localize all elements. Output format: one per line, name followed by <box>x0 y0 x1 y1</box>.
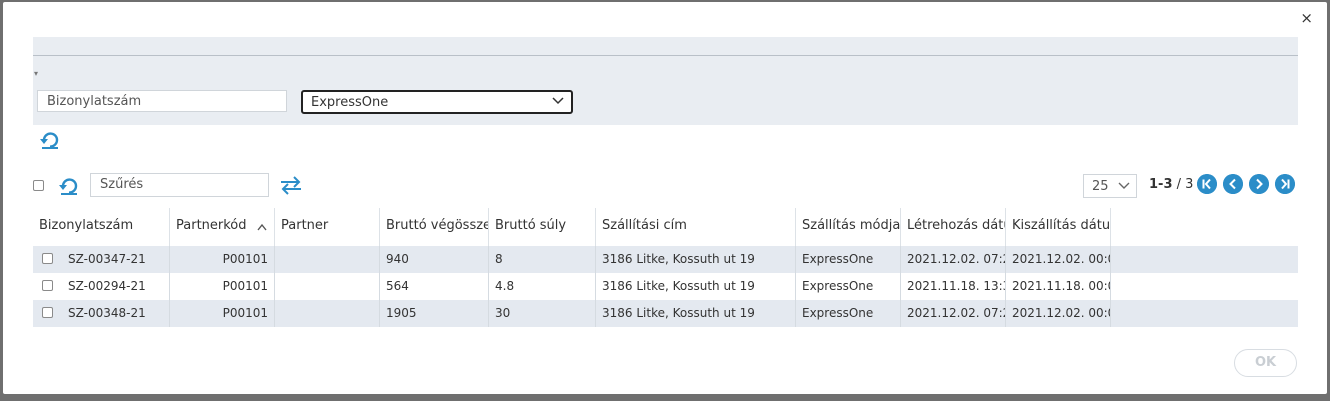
reload-icon[interactable] <box>58 174 80 196</box>
column-header-doc-number[interactable]: Bizonylatszám <box>33 208 170 246</box>
row-checkbox[interactable] <box>42 253 53 264</box>
cell-gross-total: 1905 <box>380 300 489 327</box>
collapse-marker-icon: ▾ <box>34 69 39 78</box>
cell-partner-code: P00101 <box>170 300 275 327</box>
results-table: Bizonylatszám Partnerkód Partner Bruttó … <box>33 208 1298 327</box>
cell-gross-total: 564 <box>380 273 489 300</box>
table-row[interactable]: SZ-00347-21 P00101 940 8 3186 Litke, Kos… <box>33 246 1298 273</box>
shipping-method-value: ExpressOne <box>311 95 389 110</box>
cell-gross-weight: 30 <box>489 300 596 327</box>
doc-number-placeholder: Bizonylatszám <box>47 94 142 109</box>
doc-number-input[interactable]: Bizonylatszám <box>37 90 287 112</box>
cell-gross-weight: 4.8 <box>489 273 596 300</box>
column-header-delivery-date[interactable]: Kiszállítás dátuma <box>1006 208 1111 246</box>
cell-shipping-method: ExpressOne <box>796 273 901 300</box>
cell-gross-weight: 8 <box>489 246 596 273</box>
filter-panel: ▾ Bizonylatszám ExpressOne <box>33 37 1298 125</box>
pagination-separator: / <box>1176 177 1182 192</box>
selection-dialog: × ▾ Bizonylatszám ExpressOne Szűrés 25 1… <box>3 2 1327 394</box>
table-row[interactable]: SZ-00294-21 P00101 564 4.8 3186 Litke, K… <box>33 273 1298 300</box>
cell-delivery-date: 2021.12.02. 00:00 <box>1006 246 1111 273</box>
column-header-shipping-method[interactable]: Szállítás módja <box>796 208 901 246</box>
swap-arrows-icon[interactable] <box>279 175 303 195</box>
first-page-icon[interactable] <box>1197 174 1217 194</box>
last-page-icon[interactable] <box>1275 174 1295 194</box>
cell-partner <box>275 273 380 300</box>
filter-placeholder: Szűrés <box>100 177 144 192</box>
cell-created-date: 2021.12.02. 07:29 <box>901 300 1006 327</box>
cell-partner <box>275 246 380 273</box>
sort-asc-icon <box>257 223 267 231</box>
cell-delivery-date: 2021.12.02. 00:00 <box>1006 300 1111 327</box>
chevron-down-icon <box>1118 182 1130 189</box>
table-header: Bizonylatszám Partnerkód Partner Bruttó … <box>33 208 1298 246</box>
column-header-partner-code[interactable]: Partnerkód <box>170 208 275 246</box>
cell-created-date: 2021.12.02. 07:27 <box>901 246 1006 273</box>
next-page-icon[interactable] <box>1249 174 1269 194</box>
ok-button[interactable]: OK <box>1234 349 1297 377</box>
cell-partner-code: P00101 <box>170 246 275 273</box>
column-header-gross-total[interactable]: Bruttó végösszeg <box>380 208 489 246</box>
cell-doc-number: SZ-00294-21 <box>33 273 170 300</box>
shipping-method-select[interactable]: ExpressOne <box>301 90 573 114</box>
cell-shipping-address: 3186 Litke, Kossuth ut 19 <box>596 246 796 273</box>
row-checkbox[interactable] <box>42 280 53 291</box>
select-all-checkbox[interactable] <box>33 180 44 191</box>
prev-page-icon[interactable] <box>1223 174 1243 194</box>
reset-filters-icon[interactable] <box>39 128 61 150</box>
pagination-total: 3 <box>1185 177 1194 192</box>
cell-shipping-method: ExpressOne <box>796 300 901 327</box>
table-row[interactable]: SZ-00348-21 P00101 1905 30 3186 Litke, K… <box>33 300 1298 327</box>
row-checkbox[interactable] <box>42 307 53 318</box>
cell-shipping-address: 3186 Litke, Kossuth ut 19 <box>596 300 796 327</box>
page-size-value: 25 <box>1092 179 1109 194</box>
pagination-status: 1-3 / 3 <box>1149 177 1193 192</box>
cell-partner <box>275 300 380 327</box>
cell-doc-number: SZ-00347-21 <box>33 246 170 273</box>
cell-created-date: 2021.11.18. 13:30 <box>901 273 1006 300</box>
cell-gross-total: 940 <box>380 246 489 273</box>
column-header-gross-weight[interactable]: Bruttó súly <box>489 208 596 246</box>
cell-doc-number: SZ-00348-21 <box>33 300 170 327</box>
column-header-partner[interactable]: Partner <box>275 208 380 246</box>
cell-partner-code: P00101 <box>170 273 275 300</box>
column-header-created-date[interactable]: Létrehozás dátuma <box>901 208 1006 246</box>
cell-delivery-date: 2021.11.18. 00:00 <box>1006 273 1111 300</box>
chevron-down-icon <box>552 97 564 105</box>
panel-divider <box>33 55 1298 56</box>
cell-shipping-method: ExpressOne <box>796 246 901 273</box>
close-button[interactable]: × <box>1300 10 1313 26</box>
cell-shipping-address: 3186 Litke, Kossuth ut 19 <box>596 273 796 300</box>
column-header-shipping-address[interactable]: Szállítási cím <box>596 208 796 246</box>
filter-input[interactable]: Szűrés <box>90 173 269 197</box>
page-size-select[interactable]: 25 <box>1083 174 1137 198</box>
pagination-range: 1-3 <box>1149 177 1173 192</box>
